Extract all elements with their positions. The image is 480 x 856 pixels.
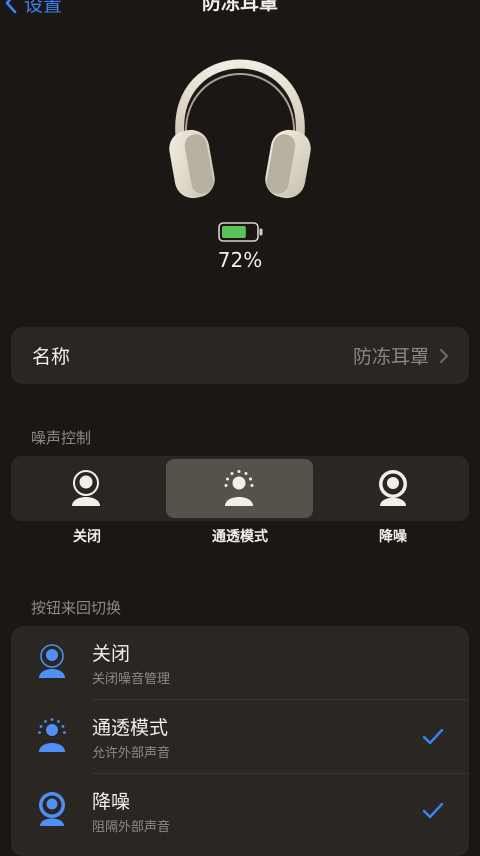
name-label: 名称 (32, 346, 71, 368)
list-item-noise-cancel[interactable]: 降噪 阻隔外部声音 (11, 774, 469, 848)
headphones-image (169, 59, 311, 199)
noise-option-transparency-label[interactable]: 通透模式 (180, 526, 300, 546)
noise-cancel-icon[interactable] (377, 470, 409, 506)
list-item-title: 降噪 (92, 791, 131, 813)
list-item-subtitle: 关闭噪音管理 (92, 672, 171, 687)
noise-option-off-label[interactable]: 关闭 (27, 526, 147, 546)
person-icon (39, 644, 65, 678)
noise-cancel-icon (39, 792, 65, 826)
navigation-bar: 设置 防冻耳罩 (0, 0, 480, 28)
battery-percentage: 72% (217, 248, 263, 272)
list-item-transparency[interactable]: 通透模式 允许外部声音 (11, 700, 469, 774)
noise-control-segmented (11, 456, 469, 521)
button-cycle-section-label: 按钮来回切换 (31, 599, 122, 617)
checkmark-icon (422, 802, 444, 819)
list-item-subtitle: 允许外部声音 (92, 746, 171, 761)
list-item-off[interactable]: 关闭 关闭噪音管理 (11, 626, 469, 700)
page-title: 防冻耳罩 (201, 0, 278, 14)
name-value: 防冻耳罩 (352, 346, 429, 368)
list-item-title: 关闭 (92, 643, 131, 665)
person-icon[interactable] (70, 470, 102, 506)
battery-fill (222, 226, 246, 238)
transparency-icon (38, 718, 66, 752)
name-row[interactable]: 名称 防冻耳罩 (11, 327, 469, 384)
list-item-subtitle: 阻隔外部声音 (92, 820, 171, 835)
noise-control-section-label: 噪声控制 (31, 429, 92, 447)
transparency-icon[interactable] (223, 470, 255, 506)
chevron-right-icon (440, 348, 448, 363)
button-cycle-list: 关闭 关闭噪音管理 通透模式 允许外部声音 降噪 阻隔外部声音 (11, 626, 469, 856)
list-item-title: 通透模式 (92, 717, 169, 739)
checkmark-icon (422, 728, 444, 745)
battery-icon (218, 222, 263, 242)
noise-option-anc-label[interactable]: 降噪 (333, 526, 453, 546)
